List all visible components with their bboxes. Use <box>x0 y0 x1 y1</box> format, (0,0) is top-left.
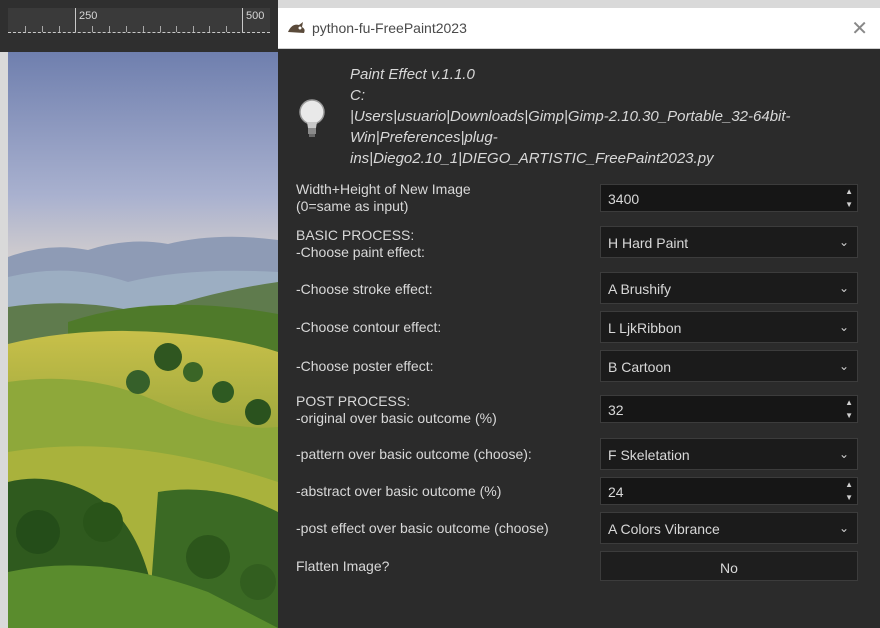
original-over-basic-spinbox[interactable]: 32 ▲ ▼ <box>600 395 858 423</box>
image-size-spinbox[interactable]: 3400 ▲ ▼ <box>600 184 858 212</box>
chevron-down-icon: ⌄ <box>838 521 849 535</box>
plugin-path-line: |Users|usuario|Downloads|Gimp|Gimp-2.10.… <box>350 108 791 125</box>
chevron-down-icon: ⌄ <box>838 359 849 373</box>
label-stroke-effect: -Choose stroke effect: <box>296 281 433 297</box>
chevron-down-icon: ⌄ <box>838 447 849 461</box>
label-pattern-over-basic: -pattern over basic outcome (choose): <box>296 446 532 462</box>
spin-up-icon[interactable]: ▲ <box>845 480 853 489</box>
abstract-over-basic-spinbox[interactable]: 24 ▲ ▼ <box>600 477 858 505</box>
label-image-size: Width+Height of New Image (0=same as inp… <box>296 181 471 214</box>
pattern-over-basic-select[interactable]: F Skeletation ⌄ <box>600 438 858 470</box>
poster-effect-select[interactable]: B Cartoon ⌄ <box>600 350 858 382</box>
label-paint-effect: BASIC PROCESS: -Choose paint effect: <box>296 227 425 260</box>
plugin-version: Paint Effect v.1.1.0 <box>350 66 475 83</box>
chevron-down-icon: ⌄ <box>838 320 849 334</box>
label-abstract-over-basic: -abstract over basic outcome (%) <box>296 483 502 499</box>
label-post-effect: -post effect over basic outcome (choose) <box>296 520 549 536</box>
contour-effect-select[interactable]: L LjkRibbon ⌄ <box>600 311 858 343</box>
chevron-down-icon: ⌄ <box>838 281 849 295</box>
post-effect-select[interactable]: A Colors Vibrance ⌄ <box>600 512 858 544</box>
plugin-path-line: Win|Preferences|plug- <box>350 129 498 146</box>
landscape-image <box>8 52 278 628</box>
spin-up-icon[interactable]: ▲ <box>845 187 853 196</box>
flatten-image-toggle[interactable]: No <box>600 551 858 581</box>
dialog-title: python-fu-FreePaint2023 <box>312 20 467 36</box>
chevron-down-icon: ⌄ <box>838 235 849 249</box>
plugin-info: Paint Effect v.1.1.0 C: |Users|usuario|D… <box>350 64 870 169</box>
ruler-mark-500: 500 <box>246 10 265 22</box>
spin-up-icon[interactable]: ▲ <box>845 398 853 407</box>
ruler-major-tick <box>75 8 76 32</box>
spin-down-icon[interactable]: ▼ <box>845 200 853 209</box>
lightbulb-icon <box>299 99 325 137</box>
stroke-effect-select[interactable]: A Brushify ⌄ <box>600 272 858 304</box>
spin-down-icon[interactable]: ▼ <box>845 493 853 502</box>
dialog-titlebar[interactable]: python-fu-FreePaint2023 ✕ <box>278 8 880 49</box>
plugin-dialog: python-fu-FreePaint2023 ✕ Paint Effect v… <box>278 8 880 628</box>
paint-effect-select[interactable]: H Hard Paint ⌄ <box>600 226 858 258</box>
ruler-mark-250: 250 <box>79 10 98 22</box>
label-contour-effect: -Choose contour effect: <box>296 319 442 335</box>
spin-down-icon[interactable]: ▼ <box>845 411 853 420</box>
ruler-track <box>8 8 270 33</box>
plugin-path-line: ins|Diego2.10_1|DIEGO_ARTISTIC_FreePaint… <box>350 150 714 167</box>
plugin-path-line: C: <box>350 87 365 104</box>
gimp-wilber-icon <box>288 22 305 33</box>
close-icon[interactable]: ✕ <box>851 16 868 41</box>
ruler-major-tick <box>242 8 243 32</box>
label-flatten-image: Flatten Image? <box>296 558 390 574</box>
horizontal-ruler: 250 500 <box>0 0 278 52</box>
image-canvas[interactable] <box>8 52 278 628</box>
label-poster-effect: -Choose poster effect: <box>296 358 434 374</box>
label-original-over-basic: POST PROCESS: -original over basic outco… <box>296 393 497 426</box>
